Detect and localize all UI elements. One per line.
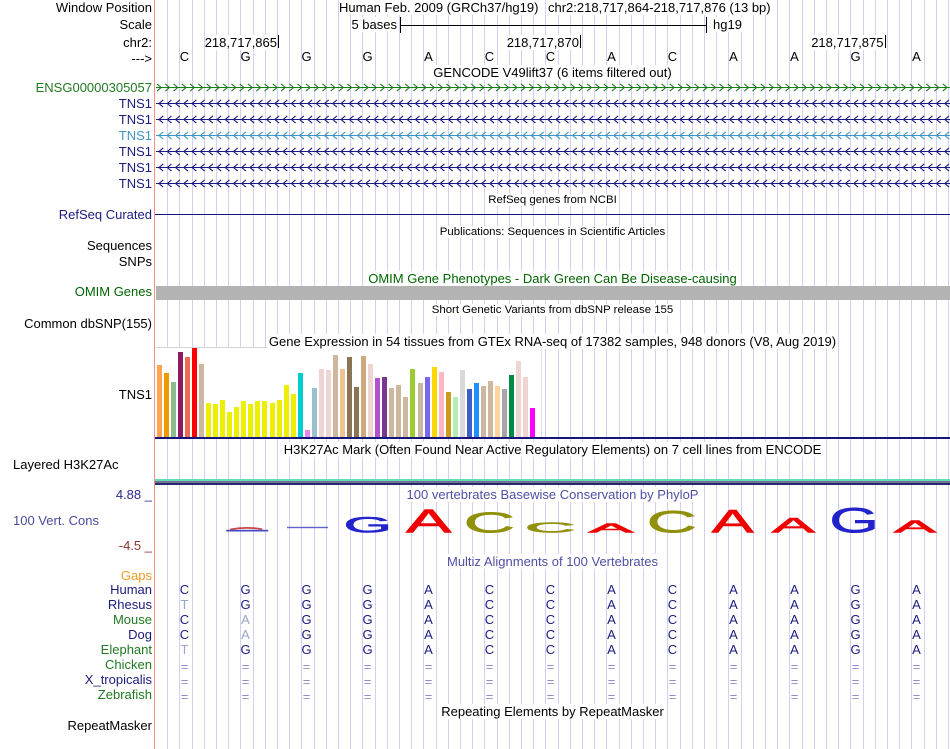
svg-text:A: A [894, 516, 936, 536]
svg-text:C: C [647, 504, 697, 536]
svg-text:C: C [464, 507, 515, 536]
svg-text:A: A [712, 503, 755, 536]
svg-text:A: A [406, 502, 452, 536]
svg-text:A: A [589, 520, 635, 535]
svg-text:A: A [772, 513, 817, 536]
svg-text:G: G [829, 501, 879, 536]
svg-text:G: G [344, 512, 392, 536]
svg-text:C: C [525, 520, 575, 536]
